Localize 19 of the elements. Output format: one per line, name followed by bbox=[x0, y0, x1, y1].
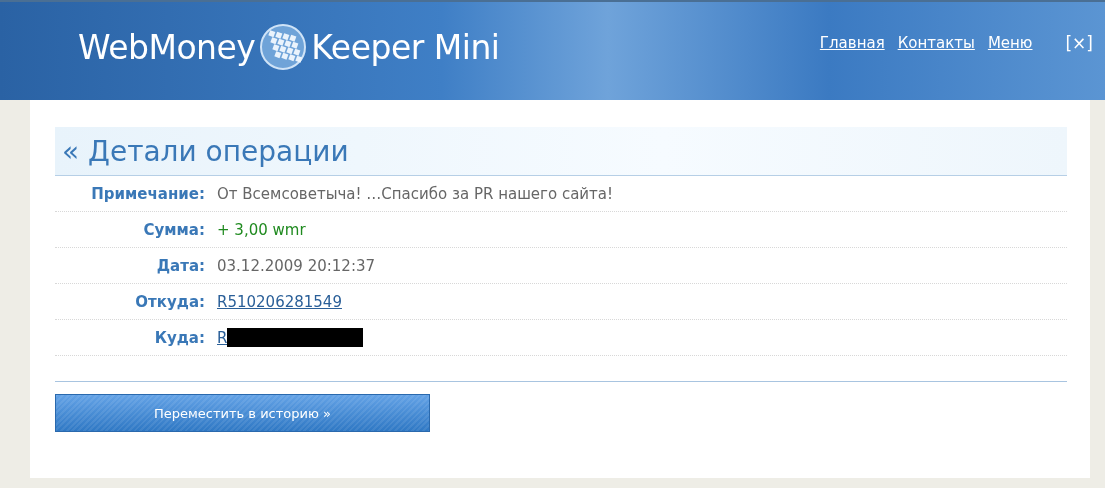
field-value: От Всемсоветыча! …Спасибо за PR нашего сайта! bbox=[217, 184, 614, 203]
nav-link[interactable]: Главная bbox=[819, 34, 885, 52]
move-to-history-button[interactable]: Переместить в историю » bbox=[55, 394, 430, 432]
purse-link[interactable]: R510206281549 bbox=[217, 292, 342, 311]
globe-logo-icon bbox=[259, 23, 308, 71]
amount-value: + 3,00 wmr bbox=[217, 220, 306, 239]
logo-text: Keeper Mini bbox=[311, 27, 500, 67]
close-button[interactable]: [×] bbox=[1065, 33, 1093, 53]
field-label: Дата: bbox=[155, 256, 205, 275]
nav-link[interactable]: Контакты bbox=[897, 34, 975, 52]
nav-link[interactable]: Меню bbox=[987, 34, 1033, 52]
logo-text: WebMoney bbox=[78, 27, 256, 67]
field-label: Куда: bbox=[153, 328, 205, 347]
field-label: Сумма: bbox=[142, 220, 205, 239]
section-title: « Детали операции bbox=[55, 127, 1067, 176]
field-value: 03.12.2009 20:12:37 bbox=[217, 256, 376, 275]
field-label: Примечание: bbox=[90, 184, 205, 203]
purse-link[interactable]: R bbox=[217, 328, 228, 347]
field-label: Откуда: bbox=[134, 292, 205, 311]
